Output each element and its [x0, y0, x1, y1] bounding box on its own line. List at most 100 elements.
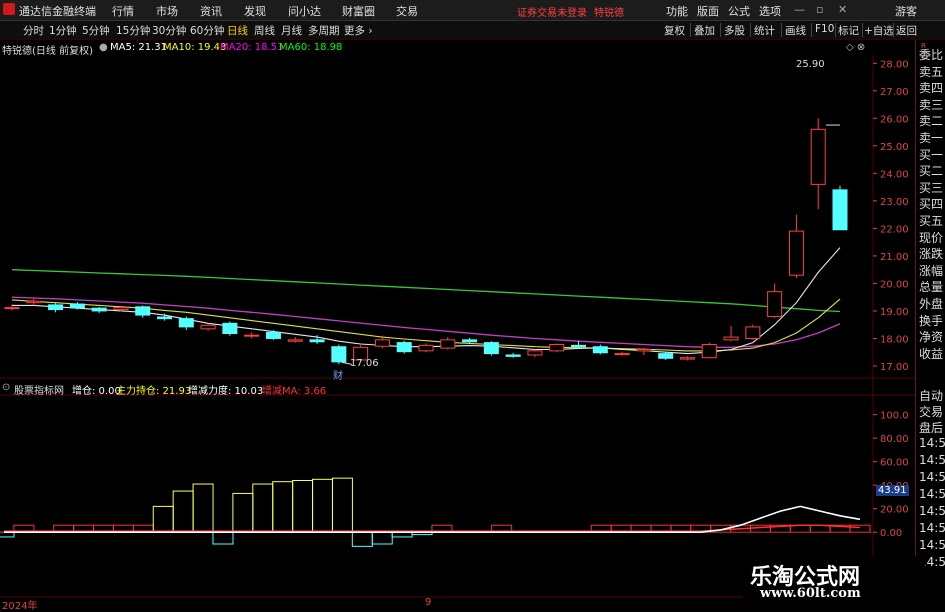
quote-field-label: 卖三: [919, 97, 944, 112]
price-tick-label: 22.00: [880, 224, 909, 235]
period-tab-30min[interactable]: 30分钟: [152, 23, 186, 38]
legend-collapse-icon[interactable]: ●: [99, 42, 108, 53]
axis-labels: 28.00 27.00 26.00 25.00 24.00 23.00 22.00 21.00…: [873, 59, 909, 539]
guest-label[interactable]: 游客: [895, 3, 917, 19]
indicator-bar: [849, 524, 871, 533]
ma20-line: [11, 296, 841, 348]
candle-body: [222, 322, 238, 335]
candle-body: [810, 128, 826, 185]
quote-field-label: 涨跌: [919, 247, 944, 262]
tick-time-label: 14:56: [919, 521, 945, 535]
candle-body: [4, 307, 20, 310]
ma10-legend: MA10: 19.43: [163, 42, 227, 53]
candle-body: [440, 339, 456, 349]
candle-body: [483, 342, 499, 355]
draw-line-button[interactable]: 画线: [785, 23, 806, 38]
menu-item-formula[interactable]: 公式: [728, 3, 750, 19]
price-tick-label: 26.00: [880, 114, 909, 125]
toolbar-divider: [835, 23, 836, 37]
chart-legend-bar: 特锐德(日线 前复权) ● MA5: 21.31 MA10: 19.43 MA2…: [0, 40, 915, 57]
indicator-neg-bar: [351, 531, 373, 547]
add-watchlist-button[interactable]: +自选: [864, 23, 894, 38]
indicator-bar: [152, 505, 174, 533]
toolbar-divider: [811, 23, 812, 37]
quote-field-label: 外盘: [919, 297, 944, 311]
period-tab-timeshare[interactable]: 分时: [23, 23, 44, 38]
indicator-bar: [292, 479, 314, 533]
indicator-tick-label: 80.00: [880, 434, 909, 445]
chart-options-icon[interactable]: ◇ ⊗: [846, 42, 865, 53]
candle-body: [745, 326, 761, 339]
period-tab-multi[interactable]: 多周期: [308, 23, 340, 38]
quote-field-label: 涨幅: [919, 263, 944, 278]
tick-time-label: 14:56: [919, 487, 945, 501]
menu-item-discover[interactable]: 发现: [244, 3, 266, 19]
toolbar-divider: [781, 23, 782, 37]
indicator-neg-bar: [212, 531, 234, 545]
menu-item-fortune[interactable]: 财富圈: [342, 3, 375, 19]
period-tab-1min[interactable]: 1分钟: [49, 23, 77, 38]
period-tab-more[interactable]: 更多 ›: [344, 23, 373, 38]
menu-item-function[interactable]: 功能: [666, 3, 688, 19]
quote-field-label: 委比: [919, 48, 944, 62]
stock-name-notice: 特锐德: [594, 8, 624, 19]
candle-body: [788, 230, 804, 276]
period-tab-5min[interactable]: 5分钟: [82, 23, 110, 38]
tick-time-label: 14:56: [919, 504, 945, 518]
quote-field-label: 买三: [919, 180, 944, 195]
restore-icon[interactable]: ▫: [816, 3, 823, 16]
menu-item-trade[interactable]: 交易: [396, 3, 418, 19]
indicator-bar: [192, 483, 214, 533]
quote-field-label: 买五: [919, 214, 944, 228]
menu-item-ask[interactable]: 问小达: [288, 3, 321, 19]
candle-body: [26, 300, 42, 304]
ma-lines: [11, 247, 841, 355]
candle-body: [767, 291, 783, 317]
price-chart[interactable]: 28.00 27.00 26.00 25.00 24.00 23.00 22.00 21.00…: [0, 55, 915, 609]
statistics-button[interactable]: 统计: [754, 23, 775, 38]
quote-field-label: 净资: [919, 330, 944, 345]
f10-button[interactable]: F10: [815, 23, 834, 35]
menu-item-market[interactable]: 市场: [156, 3, 178, 19]
candle-body: [374, 339, 390, 347]
indicator-bar: [232, 492, 254, 533]
finance-mark[interactable]: 财: [333, 367, 343, 382]
candle-body: [178, 318, 194, 328]
multi-stock-button[interactable]: 多股: [724, 23, 745, 38]
menu-item-layout[interactable]: 版面: [697, 3, 719, 19]
overlay-button[interactable]: 叠加: [694, 23, 715, 38]
indicator-bar: [312, 478, 334, 533]
menu-item-news[interactable]: 资讯: [200, 3, 222, 19]
indicator-bar: [749, 524, 771, 533]
minimize-icon[interactable]: —: [794, 3, 805, 16]
period-tab-daily[interactable]: 日线: [227, 23, 248, 38]
candle-body: [701, 344, 717, 359]
adjust-button[interactable]: 复权: [664, 23, 685, 38]
menu-item-options[interactable]: 选项: [759, 3, 781, 19]
indicator-tick-label: 100.0: [880, 411, 909, 422]
candle-body: [549, 344, 565, 352]
period-tab-15min[interactable]: 15分钟: [116, 23, 150, 38]
back-button[interactable]: 返回: [896, 23, 917, 38]
candle-body: [679, 357, 695, 360]
quote-field-label: 卖一: [919, 131, 944, 145]
quote-field-label: 买一: [919, 147, 944, 162]
period-tab-monthly[interactable]: 月线: [281, 23, 302, 38]
price-tick-label: 20.00: [880, 279, 909, 290]
ma60-legend: MA60: 18.98: [279, 42, 343, 53]
menu-item-quote[interactable]: 行情: [112, 3, 134, 19]
period-tab-60min[interactable]: 60分钟: [190, 23, 224, 38]
close-icon[interactable]: ✕: [838, 3, 847, 16]
login-notice[interactable]: 证券交易未登录: [517, 4, 587, 19]
period-tab-weekly[interactable]: 周线: [254, 23, 275, 38]
candle-body: [832, 189, 848, 231]
quote-field-label: 总量: [919, 280, 944, 295]
toolbar-divider: [690, 23, 691, 37]
indicator-current-value: 43.91: [876, 485, 909, 496]
candle-body: [200, 324, 216, 330]
mark-button[interactable]: 标记: [838, 23, 859, 38]
candle-body: [462, 339, 478, 343]
session-label: 盘后: [919, 421, 944, 435]
candle-body: [113, 307, 129, 311]
price-tick-label: 23.00: [880, 197, 909, 208]
